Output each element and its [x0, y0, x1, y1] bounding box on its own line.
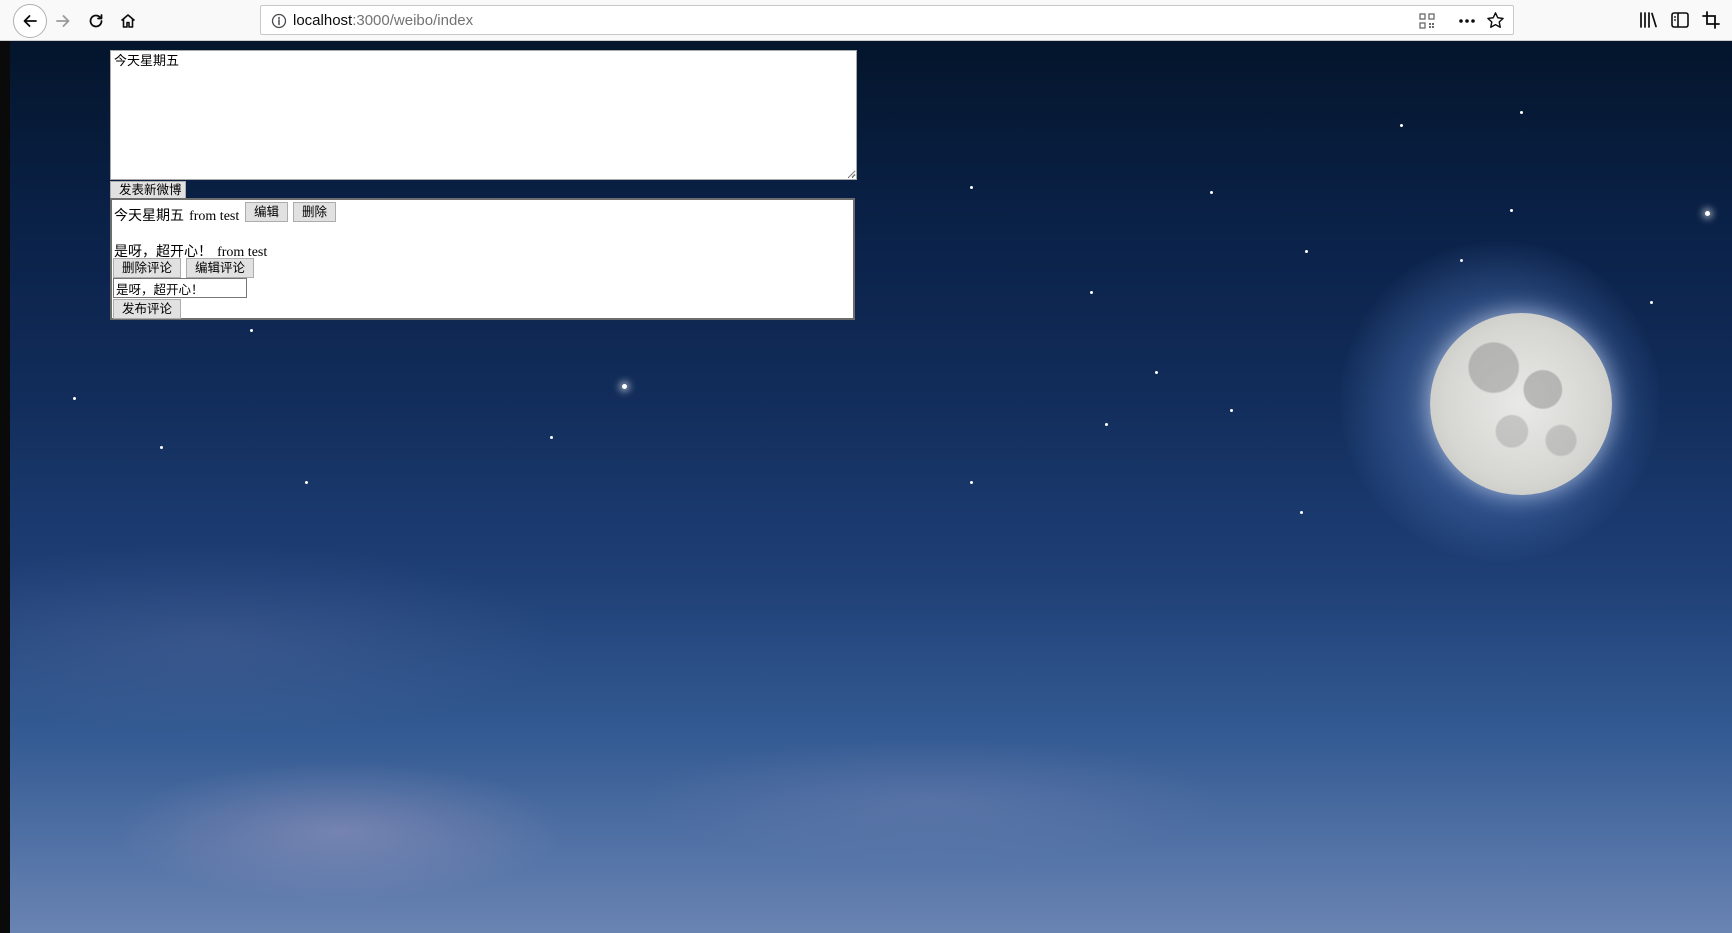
arrow-left-icon: [23, 15, 37, 27]
page-viewport: 今天星期五 发表新微博 今天星期五 from test 编辑 删除 是呀，超开心…: [10, 41, 1732, 933]
delete-comment-button[interactable]: 删除评论: [113, 258, 181, 278]
home-icon: [120, 14, 136, 28]
star: [550, 436, 553, 439]
star: [1105, 423, 1108, 426]
weibo-line: 今天星期五 from test: [114, 205, 239, 225]
star: [1155, 371, 1158, 374]
sidebar-icon[interactable]: [1670, 11, 1690, 29]
library-icon[interactable]: [1638, 11, 1658, 29]
star: [622, 384, 627, 389]
edit-comment-button[interactable]: 编辑评论: [186, 258, 254, 278]
edit-weibo-button[interactable]: 编辑: [245, 202, 288, 222]
url-text[interactable]: localhost:3000/weibo/index: [293, 12, 473, 30]
star: [1520, 111, 1523, 114]
star: [1400, 124, 1403, 127]
bookmark-star-icon[interactable]: [1486, 11, 1505, 30]
star: [73, 397, 76, 400]
qr-code-icon[interactable]: [1419, 13, 1435, 29]
compose-textarea[interactable]: 今天星期五: [110, 50, 857, 180]
star: [160, 446, 163, 449]
delete-weibo-button[interactable]: 删除: [293, 202, 336, 222]
screenshot-icon[interactable]: [1702, 11, 1722, 29]
reload-button[interactable]: [79, 4, 113, 38]
star: [1210, 191, 1213, 194]
star: [250, 329, 253, 332]
star: [1650, 301, 1653, 304]
url-path: :3000/weibo/index: [352, 12, 474, 29]
home-button[interactable]: [111, 4, 145, 38]
more-actions-icon[interactable]: [1457, 12, 1477, 30]
star: [1300, 511, 1303, 514]
address-bar[interactable]: localhost:3000/weibo/index: [260, 5, 1514, 35]
weibo-author: from test: [189, 209, 240, 224]
star: [1705, 211, 1710, 216]
star: [1090, 291, 1093, 294]
browser-toolbar: localhost:3000/weibo/index: [0, 0, 1732, 41]
star: [1305, 250, 1308, 253]
star: [970, 186, 973, 189]
weibo-content: 今天星期五: [114, 208, 184, 224]
arrow-right-icon: [56, 15, 70, 27]
weibo-item: 今天星期五 from test 编辑 删除 是呀，超开心！ from test …: [110, 198, 855, 320]
window-edge: [0, 41, 10, 933]
star: [1230, 409, 1233, 412]
resize-grip-icon[interactable]: [846, 168, 856, 178]
reload-icon: [89, 14, 103, 28]
comment-input[interactable]: [113, 278, 247, 298]
url-host: localhost: [293, 12, 353, 29]
back-button[interactable]: [13, 4, 47, 38]
star: [305, 481, 308, 484]
publish-comment-button[interactable]: 发布评论: [113, 299, 181, 319]
info-icon[interactable]: [271, 13, 287, 29]
star: [970, 481, 973, 484]
post-weibo-button[interactable]: 发表新微博: [110, 181, 186, 199]
forward-button[interactable]: [46, 4, 80, 38]
star: [1510, 209, 1513, 212]
moon: [1430, 313, 1612, 495]
